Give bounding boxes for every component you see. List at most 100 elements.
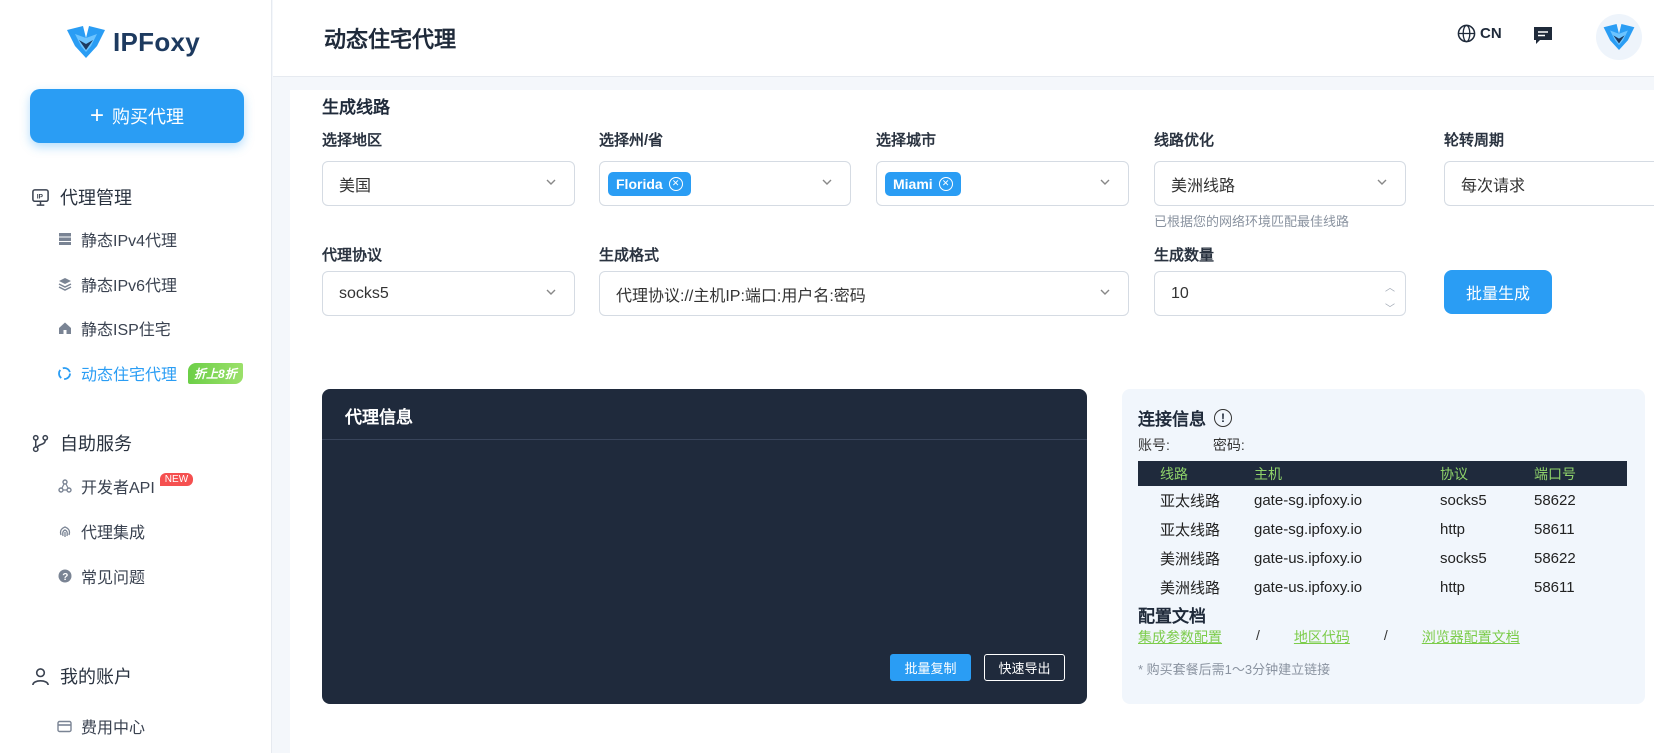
home-icon	[57, 321, 72, 336]
svg-text:IP: IP	[36, 193, 43, 200]
brand-name: IPFoxy	[113, 26, 201, 57]
quantity-label: 生成数量	[1154, 247, 1215, 264]
rotation-value: 每次请求	[1461, 177, 1526, 195]
region-code-link[interactable]: 地区代码	[1294, 627, 1350, 647]
quantity-stepper[interactable]: 10 ︿ ﹀	[1154, 271, 1406, 316]
nav-group-label: 代理管理	[60, 188, 132, 208]
table-row: 亚太线路 gate-sg.ipfoxy.io http 58611	[1138, 515, 1627, 544]
nav-group-self-service[interactable]: 自助服务	[30, 430, 132, 456]
setup-note: * 购买套餐后需1～3分钟建立链接	[1138, 662, 1331, 677]
chevron-down-icon	[1377, 179, 1387, 185]
format-select[interactable]: 代理协议://主机IP:端口:用户名:密码	[599, 271, 1129, 316]
table-cell: gate-sg.ipfoxy.io	[1254, 521, 1363, 538]
plus-icon: +	[89, 102, 104, 129]
chevron-up-icon[interactable]: ︿	[1385, 279, 1395, 294]
link-separator: /	[1256, 627, 1260, 643]
chevron-down-icon	[1100, 289, 1110, 295]
sidebar-item-faq[interactable]: ? 常见问题	[57, 564, 145, 588]
city-tag-label: Miami	[893, 175, 933, 192]
sidebar-item-static-ipv4[interactable]: 静态IPv4代理	[57, 227, 177, 251]
discount-badge: 折上8折	[188, 362, 243, 384]
nav-group-proxy-management[interactable]: IP 代理管理	[30, 184, 132, 210]
remove-tag-icon[interactable]: ✕	[938, 176, 953, 191]
sidebar-item-label: 静态IPv4代理	[81, 233, 178, 250]
language-switcher[interactable]: CN	[1457, 24, 1502, 43]
fox-avatar-icon	[1603, 24, 1635, 50]
table-cell: gate-sg.ipfoxy.io	[1254, 492, 1363, 509]
batch-copy-button[interactable]: 批量复制	[890, 654, 971, 681]
browser-config-link[interactable]: 浏览器配置文档	[1422, 627, 1520, 647]
remove-tag-icon[interactable]: ✕	[668, 176, 683, 191]
link-separator: /	[1383, 627, 1388, 643]
protocol-label: 代理协议	[322, 247, 383, 264]
buy-proxy-button[interactable]: + 购买代理	[30, 89, 244, 143]
connection-title-label: 连接信息	[1138, 410, 1206, 429]
config-links: 集成参数配置 / 地区代码 / 浏览器配置文档	[1138, 627, 1520, 647]
quick-export-button[interactable]: 快速导出	[984, 654, 1065, 681]
ip-monitor-icon: IP	[30, 187, 50, 207]
user-avatar[interactable]	[1596, 14, 1642, 60]
table-cell: socks5	[1440, 550, 1487, 567]
format-label: 生成格式	[599, 247, 660, 264]
table-row: 美洲线路 gate-us.ipfoxy.io http 58611	[1138, 573, 1627, 602]
chevron-down-icon[interactable]: ﹀	[1385, 300, 1395, 315]
table-cell: http	[1440, 579, 1466, 596]
page-title: 动态住宅代理	[324, 27, 457, 52]
sidebar-item-static-ipv6[interactable]: 静态IPv6代理	[57, 272, 177, 296]
nav-group-my-account[interactable]: 我的账户	[30, 663, 132, 689]
credit-card-icon	[57, 719, 72, 734]
format-value: 代理协议://主机IP:端口:用户名:密码	[616, 287, 866, 305]
sidebar-item-billing[interactable]: 费用中心	[57, 714, 145, 738]
config-docs-title: 配置文档	[1138, 607, 1206, 626]
state-select[interactable]: Florida ✕	[599, 161, 851, 206]
proxy-info-title: 代理信息	[345, 408, 413, 427]
sidebar-item-developer-api[interactable]: 开发者API NEW	[57, 472, 194, 498]
sidebar-item-static-isp[interactable]: 静态ISP住宅	[57, 316, 171, 340]
generate-button[interactable]: 批量生成	[1444, 270, 1552, 314]
git-branch-icon	[30, 433, 50, 453]
state-tag-label: Florida	[616, 175, 663, 192]
messages-button[interactable]	[1532, 24, 1554, 51]
table-cell: 美洲线路	[1160, 551, 1221, 568]
divider	[322, 439, 1087, 440]
table-cell: 58622	[1534, 492, 1576, 509]
svg-text:?: ?	[62, 572, 68, 583]
city-label: 选择城市	[876, 132, 937, 149]
region-label: 选择地区	[322, 132, 383, 149]
info-icon[interactable]: !	[1214, 408, 1232, 427]
chevron-down-icon	[822, 179, 832, 185]
table-cell: 亚太线路	[1160, 522, 1221, 539]
sidebar-item-label: 开发者API	[81, 480, 155, 497]
sidebar: IPFoxy + 购买代理 IP 代理管理 静态IPv4代理 静态IPv6代理 …	[0, 0, 272, 753]
top-header: 动态住宅代理 CN	[273, 0, 1654, 77]
sidebar-item-dynamic-residential[interactable]: 动态住宅代理 折上8折	[57, 361, 243, 385]
sidebar-item-label: 静态ISP住宅	[81, 322, 171, 339]
webhook-icon	[57, 479, 72, 494]
table-cell: 美洲线路	[1160, 580, 1221, 597]
region-select[interactable]: 美国	[322, 161, 575, 206]
chevron-down-icon	[546, 289, 556, 295]
connection-info-panel: 连接信息 ! 账号: 密码: 线路 主机 协议 端口号 亚太线路 gate-sg…	[1122, 389, 1645, 704]
server-icon	[57, 232, 72, 247]
stepper-arrows[interactable]: ︿ ﹀	[1385, 279, 1395, 315]
brand-logo[interactable]: IPFoxy	[65, 24, 200, 60]
route-label: 线路优化	[1154, 132, 1215, 149]
account-label: 账号:	[1138, 437, 1170, 453]
rotation-select[interactable]: 每次请求	[1444, 161, 1654, 206]
rotation-label: 轮转周期	[1444, 132, 1505, 149]
chevron-down-icon	[1100, 179, 1110, 185]
route-value: 美洲线路	[1171, 177, 1236, 195]
integration-params-link[interactable]: 集成参数配置	[1138, 627, 1222, 647]
quantity-value: 10	[1171, 284, 1189, 302]
route-select[interactable]: 美洲线路	[1154, 161, 1406, 206]
table-header: 线路 主机 协议 端口号	[1138, 461, 1627, 486]
region-value: 美国	[339, 177, 372, 195]
table-cell: 58622	[1534, 550, 1576, 567]
column-header: 协议	[1440, 465, 1468, 482]
buy-proxy-label: 购买代理	[112, 107, 184, 127]
city-select[interactable]: Miami ✕	[876, 161, 1129, 206]
new-badge: NEW	[159, 472, 194, 486]
globe-icon	[1457, 24, 1476, 43]
protocol-select[interactable]: socks5	[322, 271, 575, 316]
sidebar-item-proxy-integration[interactable]: 代理集成	[57, 519, 145, 543]
